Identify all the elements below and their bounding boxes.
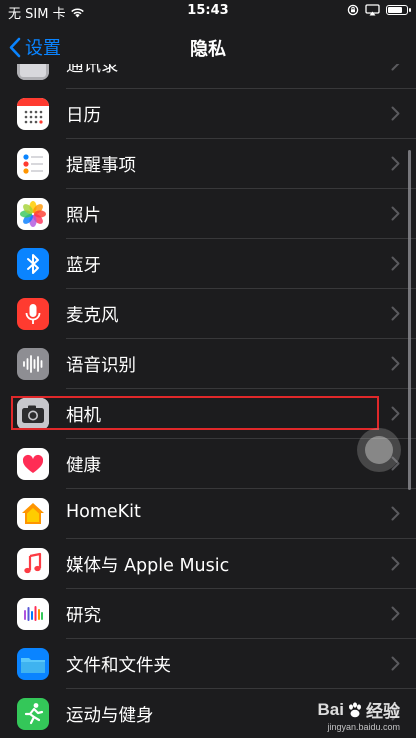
chevron-right-icon (391, 406, 400, 421)
list-item-research[interactable]: 研究 (0, 589, 416, 639)
row-label: 文件和文件夹 (66, 656, 171, 676)
chevron-right-icon (391, 556, 400, 571)
folder-icon (17, 648, 49, 680)
chevron-right-icon (391, 506, 400, 521)
contacts-icon (17, 64, 49, 80)
list-item-homekit[interactable]: HomeKit (0, 489, 416, 539)
battery-icon (386, 5, 411, 15)
list-item-photos[interactable]: 照片 (0, 189, 416, 239)
row-label: 日历 (66, 106, 101, 126)
list-item-health[interactable]: 健康 (0, 439, 416, 489)
chevron-right-icon (391, 106, 400, 121)
camera-row-highlight (11, 396, 379, 430)
row-label: 麦克风 (66, 306, 119, 326)
chevron-right-icon (391, 156, 400, 171)
research-icon (17, 598, 49, 630)
list-item-apple-music[interactable]: 媒体与 Apple Music (0, 539, 416, 589)
photos-icon (17, 198, 49, 230)
row-label: 语音识别 (66, 356, 136, 376)
row-label: 健康 (66, 456, 101, 476)
homekit-icon (17, 498, 49, 530)
baidu-watermark: Bai 经验 jingyan.baidu.com (318, 697, 400, 733)
orientation-lock-icon (347, 4, 359, 16)
health-icon (17, 448, 49, 480)
fitness-icon (17, 698, 49, 730)
battery-fill (388, 7, 403, 13)
row-label: 蓝牙 (66, 256, 101, 276)
calendar-icon (17, 98, 49, 130)
row-label: HomeKit (66, 502, 141, 522)
row-label: 照片 (66, 206, 101, 226)
chevron-right-icon (391, 306, 400, 321)
watermark-suffix-text: 经验 (366, 702, 400, 721)
assistive-touch-button[interactable] (357, 428, 401, 472)
row-label: 提醒事项 (66, 156, 136, 176)
chevron-right-icon (391, 64, 400, 71)
list-item-calendar[interactable]: 日历 (0, 89, 416, 139)
row-label: 运动与健身 (66, 706, 154, 726)
chevron-right-icon (391, 356, 400, 371)
status-bar: 无 SIM 卡 15:43 (0, 0, 416, 22)
list-item-bluetooth[interactable]: 蓝牙 (0, 239, 416, 289)
bluetooth-icon (17, 248, 49, 280)
watermark-brand: Bai 经验 (318, 697, 400, 722)
status-right (347, 4, 411, 16)
watermark-url: jingyan.baidu.com (327, 722, 400, 732)
page-title: 隐私 (190, 39, 226, 60)
assistive-touch-inner (365, 436, 393, 464)
row-label: 通讯录 (66, 64, 119, 76)
microphone-icon (17, 298, 49, 330)
chevron-right-icon (391, 606, 400, 621)
reminders-icon (17, 148, 49, 180)
list-item-reminders[interactable]: 提醒事项 (0, 139, 416, 189)
list-item-speech-recognition[interactable]: 语音识别 (0, 339, 416, 389)
chevron-right-icon (391, 256, 400, 271)
speech-recognition-icon (17, 348, 49, 380)
baidu-paw-icon (349, 701, 361, 717)
music-icon (17, 548, 49, 580)
chevron-right-icon (391, 656, 400, 671)
scroll-indicator[interactable] (408, 150, 411, 490)
row-label: 研究 (66, 606, 101, 626)
list-item-contacts[interactable]: 通讯录 (0, 64, 416, 89)
list-item-microphone[interactable]: 麦克风 (0, 289, 416, 339)
watermark-brand-text: Bai (317, 699, 344, 719)
list-item-files[interactable]: 文件和文件夹 (0, 639, 416, 689)
chevron-right-icon (391, 206, 400, 221)
row-label: 媒体与 Apple Music (66, 556, 230, 576)
screen-mirroring-icon (365, 4, 380, 16)
